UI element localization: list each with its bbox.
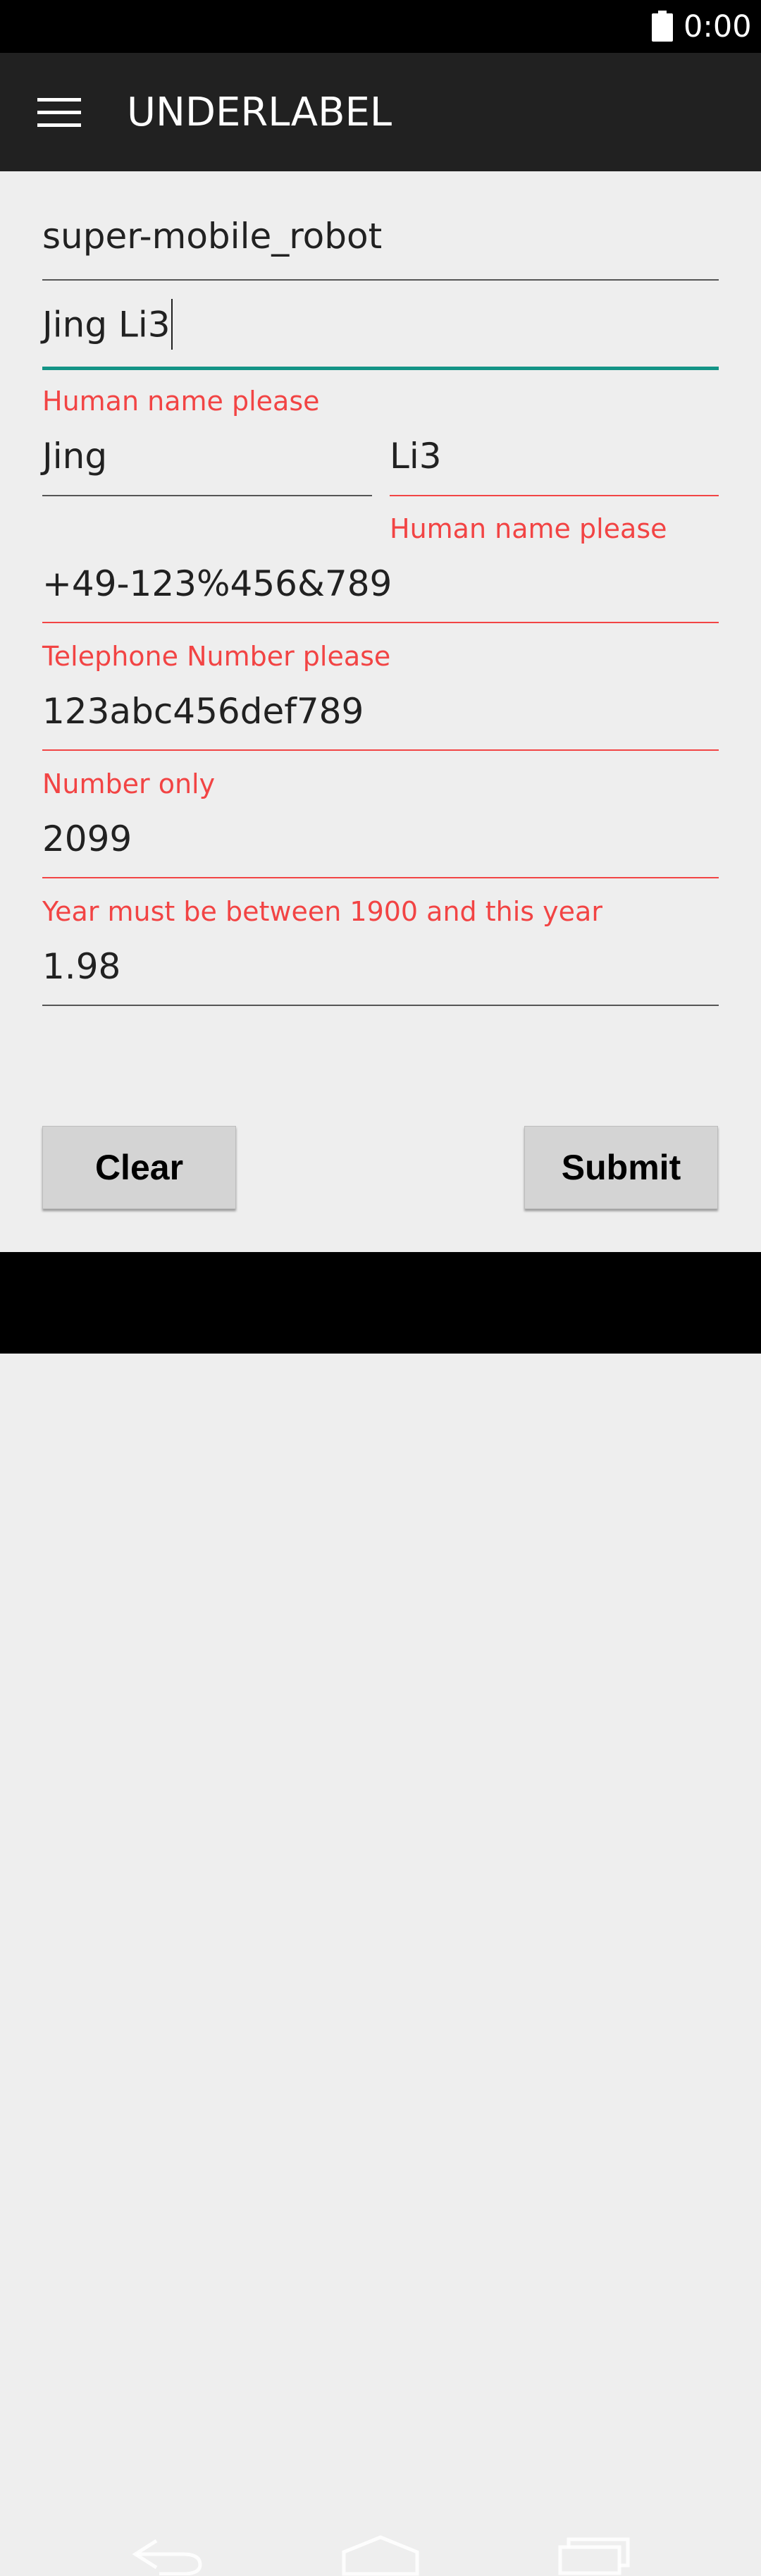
number-error: Number only <box>42 768 216 799</box>
year-error: Year must be between 1900 and this year <box>42 896 602 927</box>
submit-button[interactable]: Submit <box>524 1126 718 1209</box>
year-underline <box>42 877 719 878</box>
clear-button[interactable]: Clear <box>42 1126 236 1209</box>
app-title: UNDERLABEL <box>127 90 392 135</box>
full-name-value: Jing Li3 <box>42 299 719 352</box>
year-value: 2099 <box>42 818 132 859</box>
full-name-underline <box>42 367 719 370</box>
first-name-field[interactable]: Jing <box>42 435 372 498</box>
last-name-error: Human name please <box>390 513 667 544</box>
recents-icon[interactable] <box>558 2537 630 2575</box>
first-name-underline <box>42 495 372 496</box>
telephone-value: +49-123%456&789 <box>42 563 392 604</box>
status-bar: 0:00 <box>0 0 761 53</box>
number-underline <box>42 749 719 751</box>
home-icon[interactable] <box>342 2535 419 2576</box>
decimal-underline <box>42 1005 719 1006</box>
username-underline <box>42 279 719 281</box>
battery-full-icon <box>652 11 673 42</box>
username-field[interactable]: super-mobile_robot <box>42 215 719 282</box>
decimal-value: 1.98 <box>42 946 121 987</box>
full-name-field[interactable]: Jing Li3 <box>42 299 719 372</box>
last-name-value: Li3 <box>390 436 442 477</box>
telephone-error: Telephone Number please <box>42 641 391 672</box>
text-cursor <box>171 299 173 350</box>
status-clock: 0:00 <box>683 9 752 44</box>
last-name-underline <box>390 495 719 496</box>
decimal-field[interactable]: 1.98 <box>42 945 719 1009</box>
navigation-bar <box>0 1252 761 2576</box>
telephone-field[interactable]: +49-123%456&789 <box>42 563 719 626</box>
telephone-underline <box>42 622 719 623</box>
number-field[interactable]: 123abc456def789 <box>42 690 719 754</box>
hamburger-menu-icon[interactable] <box>37 98 81 128</box>
full-name-text: Jing Li3 <box>42 304 171 345</box>
back-icon[interactable] <box>132 2539 204 2575</box>
number-value: 123abc456def789 <box>42 691 364 732</box>
last-name-field[interactable]: Li3 <box>390 435 719 498</box>
first-name-value: Jing <box>42 436 108 477</box>
full-name-error: Human name please <box>42 386 320 417</box>
year-field[interactable]: 2099 <box>42 818 719 881</box>
username-value: super-mobile_robot <box>42 216 383 257</box>
